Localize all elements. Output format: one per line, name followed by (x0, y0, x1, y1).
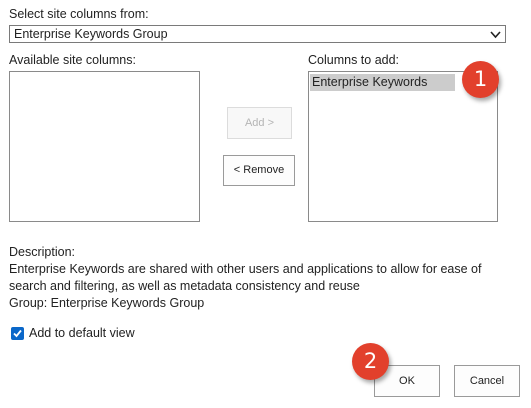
available-columns-listbox[interactable] (9, 71, 200, 222)
available-columns-label: Available site columns: (9, 53, 136, 67)
checkmark-icon (13, 329, 22, 338)
select-columns-label: Select site columns from: (9, 7, 149, 21)
step-marker-1: 1 (462, 61, 499, 98)
dropdown-selected-value: Enterprise Keywords Group (14, 27, 168, 41)
add-button[interactable]: Add > (227, 107, 292, 139)
description-label: Description: (9, 245, 75, 259)
list-item[interactable]: Enterprise Keywords (310, 74, 455, 91)
add-to-default-view-checkbox[interactable] (11, 327, 24, 340)
site-columns-group-dropdown[interactable]: Enterprise Keywords Group (9, 25, 506, 43)
cancel-button[interactable]: Cancel (454, 365, 520, 397)
add-to-default-view-label: Add to default view (29, 326, 135, 340)
group-text: Group: Enterprise Keywords Group (9, 296, 205, 310)
remove-button[interactable]: < Remove (223, 155, 295, 186)
step-marker-2: 2 (352, 343, 389, 380)
chevron-down-icon (490, 29, 501, 40)
columns-to-add-label: Columns to add: (308, 53, 400, 67)
description-section: Description: Enterprise Keywords are sha… (9, 244, 514, 295)
description-text: Enterprise Keywords are shared with othe… (9, 262, 482, 293)
